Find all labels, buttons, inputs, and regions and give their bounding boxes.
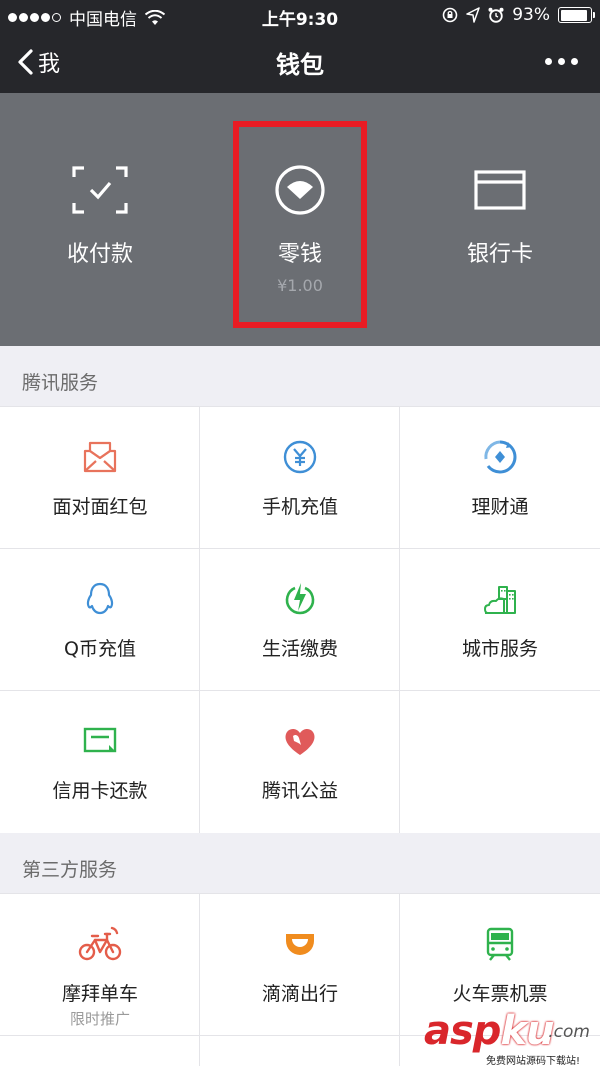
service-label: 手机充值 <box>261 496 338 518</box>
service-red-packet[interactable]: 面对面红包 <box>0 407 200 549</box>
train-icon <box>486 927 514 961</box>
alarm-clock-icon <box>488 7 504 23</box>
section-title-third-party: 第三方服务 <box>22 859 118 881</box>
city-buildings-icon <box>484 586 516 614</box>
pay-receive-label: 收付款 <box>66 242 133 267</box>
service-label: 城市服务 <box>461 638 538 660</box>
bank-card-button[interactable]: 银行卡 <box>400 93 600 346</box>
status-bar: 中国电信 上午9:30 93% <box>0 0 600 30</box>
service-utilities[interactable]: 生活缴费 <box>200 549 400 691</box>
next-row-cell <box>200 1036 400 1066</box>
service-credit-card[interactable]: 信用卡还款 <box>0 691 200 833</box>
service-label: 生活缴费 <box>261 638 338 660</box>
pay-receive-button[interactable]: 收付款 <box>0 93 200 346</box>
battery-icon <box>558 7 595 23</box>
promo-tag: 限时推广 <box>69 1010 130 1028</box>
service-didi[interactable]: 滴滴出行 <box>200 894 400 1036</box>
next-row-cell <box>0 1036 200 1066</box>
change-wallet-icon <box>275 165 325 215</box>
section-title-tencent: 腾讯服务 <box>22 372 99 394</box>
service-label: 摩拜单车 <box>61 983 138 1005</box>
red-packet-icon <box>83 441 117 473</box>
service-mobile-topup[interactable]: 手机充值 <box>200 407 400 549</box>
service-mobike[interactable]: 摩拜单车 限时推广 <box>0 894 200 1036</box>
wealth-icon <box>484 440 517 474</box>
service-label: 腾讯公益 <box>261 780 338 802</box>
service-qcoin[interactable]: Q币充值 <box>0 549 200 691</box>
empty-cell <box>400 691 600 833</box>
bank-card-icon <box>474 170 526 210</box>
site-watermark: aspku .com 免费网站源码下载站! <box>424 1008 594 1066</box>
service-wealth[interactable]: 理财通 <box>400 407 600 549</box>
orientation-lock-icon <box>442 7 458 23</box>
wallet-header-panel: 收付款 零钱 ¥1.00 银行卡 <box>0 93 600 346</box>
bicycle-icon <box>78 926 122 961</box>
change-label: 零钱 <box>277 242 322 267</box>
service-label: Q币充值 <box>64 638 136 660</box>
scan-pay-icon <box>72 166 128 214</box>
watermark-domain: .com <box>548 1022 590 1042</box>
qq-penguin-icon <box>86 582 114 615</box>
more-button[interactable] <box>545 50 578 73</box>
service-label: 面对面红包 <box>52 496 148 518</box>
yuan-coin-icon <box>283 440 317 474</box>
change-balance: ¥1.00 <box>277 276 323 295</box>
service-charity[interactable]: 腾讯公益 <box>200 691 400 833</box>
didi-icon <box>286 934 314 955</box>
service-label: 火车票机票 <box>452 983 548 1005</box>
page-title: 钱包 <box>276 51 324 79</box>
watermark-ku: ku <box>500 1008 554 1054</box>
credit-card-icon <box>83 727 117 753</box>
nav-bar: 我 钱包 <box>0 30 600 93</box>
battery-percent: 93% <box>512 5 550 25</box>
charity-heart-icon <box>285 728 315 755</box>
service-label: 理财通 <box>471 496 529 518</box>
service-label: 滴滴出行 <box>261 983 338 1005</box>
utility-bolt-icon <box>285 583 315 615</box>
service-city[interactable]: 城市服务 <box>400 549 600 691</box>
change-button[interactable]: 零钱 ¥1.00 <box>200 93 400 346</box>
watermark-asp: asp <box>424 1008 501 1054</box>
location-arrow-icon <box>466 7 480 23</box>
bank-card-label: 银行卡 <box>466 242 533 267</box>
service-label: 信用卡还款 <box>52 780 148 802</box>
watermark-subtitle: 免费网站源码下载站! <box>484 1052 583 1066</box>
tencent-services-grid: 面对面红包 手机充值 理财通 Q币充值 生活缴费 城市服务 信用卡还款 腾讯公益 <box>0 406 600 833</box>
